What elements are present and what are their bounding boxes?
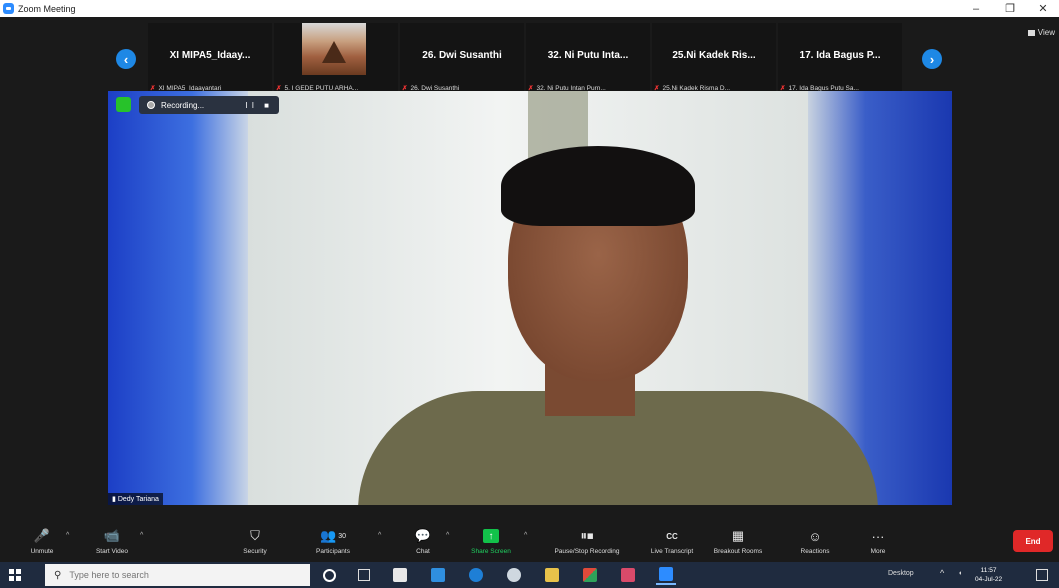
active-speaker-video[interactable]: Recording... II ■ ▮ Dedy Tariana <box>108 91 952 505</box>
share-caret-icon[interactable]: ^ <box>524 532 527 539</box>
meeting-toolbar: 🎤 Unmute ^ 📹 Start Video ^ ⛉ Security 👥 3… <box>0 522 1059 562</box>
search-icon: ⚲ <box>54 569 62 581</box>
participant-tile[interactable]: XI MIPA5_Idaay... ✗ XI MIPA5_Idaayantari <box>148 23 272 95</box>
close-button[interactable]: ✕ <box>1029 0 1057 17</box>
participants-caret-icon[interactable]: ^ <box>378 532 381 539</box>
zoom-logo-icon <box>3 3 14 14</box>
signal-icon: ▮ <box>112 496 116 503</box>
recording-icon <box>147 101 155 109</box>
chat-button[interactable]: 💬 Chat <box>408 522 438 562</box>
end-meeting-button[interactable]: End <box>1013 530 1053 552</box>
desktop-toolbar-label[interactable]: Desktop <box>888 570 914 577</box>
task-view-icon[interactable] <box>354 565 374 585</box>
participant-tile[interactable]: 17. Ida Bagus P... ✗ 17. Ida Bagus Putu S… <box>778 23 902 95</box>
next-page-button[interactable]: › <box>922 49 942 69</box>
share-screen-icon: ↑ <box>483 529 499 543</box>
participants-button[interactable]: 👥 30 Participants <box>307 522 359 562</box>
audio-options-caret-icon[interactable]: ^ <box>66 532 69 539</box>
app-icon[interactable] <box>580 565 600 585</box>
breakout-rooms-button[interactable]: ▦ Breakout Rooms <box>708 522 768 562</box>
participant-count: 30 <box>338 532 346 540</box>
participant-video-thumbnail <box>302 23 366 75</box>
cortana-icon[interactable] <box>319 565 339 585</box>
video-off-icon: 📹 <box>103 528 121 543</box>
chrome-style-icon[interactable] <box>504 565 524 585</box>
chevron-left-icon: ‹ <box>123 51 129 67</box>
maximize-button[interactable]: ❐ <box>996 0 1024 17</box>
participant-tile[interactable]: 32. Ni Putu Inta... ✗ 32. Ni Putu Intan P… <box>526 23 650 95</box>
cc-icon: CC <box>666 531 678 541</box>
prev-page-button[interactable]: ‹ <box>116 49 136 69</box>
chevron-right-icon: › <box>929 51 935 67</box>
windows-taskbar: ⚲ Desktop ^ ◖ 11:57 04-Jul-22 <box>0 562 1059 588</box>
view-button[interactable]: View <box>1027 28 1055 37</box>
participant-tile[interactable]: ✗ 5. I GEDE PUTU ARHA... <box>274 23 398 95</box>
recording-label: Recording... <box>161 100 205 110</box>
participant-name: 17. Ida Bagus P... <box>799 50 881 61</box>
photo-app-icon[interactable] <box>618 565 638 585</box>
pause-stop-recording-button[interactable]: ⏸⏹ Pause/Stop Recording <box>538 522 636 562</box>
video-options-caret-icon[interactable]: ^ <box>140 532 143 539</box>
shield-icon: ⛉ <box>250 528 260 543</box>
edge-icon[interactable] <box>466 565 486 585</box>
search-input[interactable] <box>67 569 292 581</box>
volume-icon[interactable]: ◖ <box>958 570 962 577</box>
speaker-hair <box>501 146 695 226</box>
mic-muted-icon: 🎤 <box>33 528 51 543</box>
recording-indicator: Recording... II ■ <box>139 96 279 114</box>
live-transcript-button[interactable]: CC Live Transcript <box>642 522 702 562</box>
share-screen-button[interactable]: ↑ Share Screen <box>464 522 518 562</box>
encryption-shield-icon[interactable] <box>116 97 131 112</box>
reactions-icon: ☺ <box>808 528 822 544</box>
participants-icon: 👥 30 <box>320 528 346 543</box>
security-button[interactable]: ⛉ Security <box>233 522 277 562</box>
participant-name: 25.Ni Kadek Ris... <box>672 50 756 61</box>
windows-start-icon[interactable] <box>9 569 21 581</box>
more-icon: ··· <box>871 528 885 544</box>
recording-controls[interactable]: II ■ <box>246 101 274 110</box>
pause-stop-icon: ⏸⏹ <box>580 528 594 543</box>
participant-tile[interactable]: 26. Dwi Susanthi ✗ 26. Dwi Susanthi <box>400 23 524 95</box>
background-curtain-left <box>108 91 248 505</box>
participant-name: 26. Dwi Susanthi <box>422 50 502 61</box>
breakout-rooms-icon: ▦ <box>731 528 745 543</box>
grid-view-icon <box>1027 29 1035 36</box>
participant-tile[interactable]: 25.Ni Kadek Ris... ✗ 25.Ni Kadek Risma D.… <box>652 23 776 95</box>
taskbar-search[interactable]: ⚲ <box>45 564 310 586</box>
window-title: Zoom Meeting <box>18 3 76 14</box>
speaker-name-tag: ▮ Dedy Tariana <box>108 493 163 505</box>
title-bar: Zoom Meeting – ❐ ✕ <box>0 0 1059 18</box>
store-icon[interactable] <box>390 565 410 585</box>
file-explorer-icon[interactable] <box>542 565 562 585</box>
notification-icon[interactable] <box>1036 569 1048 581</box>
chat-caret-icon[interactable]: ^ <box>446 532 449 539</box>
chevron-up-icon[interactable]: ^ <box>940 568 944 578</box>
gallery-strip: ‹ XI MIPA5_Idaay... ✗ XI MIPA5_Idaayantar… <box>108 23 956 95</box>
unmute-button[interactable]: 🎤 Unmute <box>20 522 64 562</box>
chat-icon: 💬 <box>414 528 432 543</box>
minimize-button[interactable]: – <box>962 0 990 17</box>
view-button-label: View <box>1037 28 1055 37</box>
mail-icon[interactable] <box>428 565 448 585</box>
start-video-button[interactable]: 📹 Start Video <box>86 522 138 562</box>
zoom-taskbar-icon[interactable] <box>656 565 676 585</box>
participant-name: XI MIPA5_Idaay... <box>169 50 251 61</box>
participant-name: 32. Ni Putu Inta... <box>547 50 629 61</box>
more-button[interactable]: ··· More <box>858 522 898 562</box>
taskbar-clock[interactable]: 11:57 04-Jul-22 <box>975 566 1002 584</box>
reactions-button[interactable]: ☺ Reactions <box>793 522 837 562</box>
